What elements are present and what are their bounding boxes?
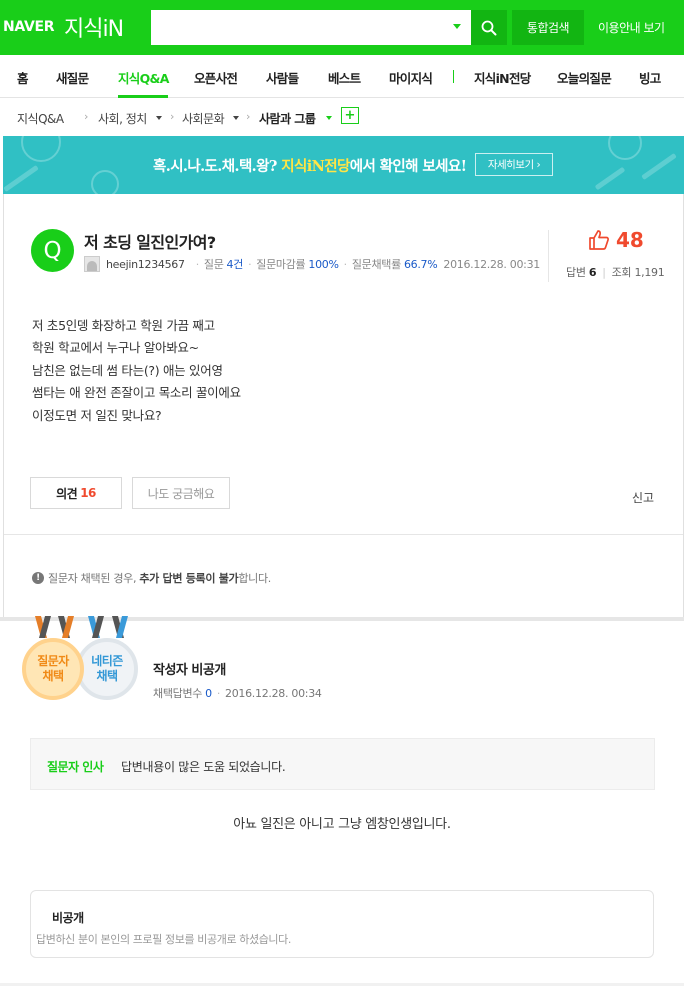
nav-item-bingo[interactable]: 빙고: [639, 68, 661, 87]
breadcrumb-separator-icon: ›: [246, 110, 251, 123]
question-card: Q 저 초딩 일진인가여? heejin1234567 · 질문 4건 · 질문…: [3, 194, 684, 617]
opinion-count: 16: [80, 486, 96, 500]
search-button[interactable]: [471, 10, 507, 45]
banner-detail-button[interactable]: 자세히보기 ›: [475, 153, 553, 176]
divider: [548, 230, 549, 282]
chevron-down-icon[interactable]: [156, 116, 162, 120]
breadcrumb-separator-icon: ›: [84, 110, 89, 123]
answer-body: 아뇨 일진은 아니고 그냥 엠창인생입니다.: [233, 817, 451, 832]
netizen-adopt-medal-icon: 네티즌 채택: [76, 638, 138, 700]
question-body-line: 이정도면 저 일진 맞나요?: [32, 407, 162, 423]
add-category-button[interactable]: +: [341, 107, 359, 124]
question-body-line: 학원 학교에서 누구나 알아봐요~: [32, 340, 199, 356]
guide-link[interactable]: 이용안내 보기: [598, 19, 665, 36]
banner-decoration: [641, 152, 677, 181]
avatar-icon[interactable]: [84, 256, 100, 272]
question-badge-icon: Q: [31, 229, 74, 272]
question-body: 저 초5인뎅 화장하고 학원 가끔 째고 학원 학교에서 누구나 알아봐요~ 남…: [32, 315, 241, 427]
breadcrumb-separator-icon: ›: [170, 110, 175, 123]
question-count[interactable]: 4건: [227, 256, 244, 272]
hall-of-fame-banner[interactable]: 혹.시.나.도.채.택.왕? 지식iN전당에서 확인해 보세요! 자세히보기 ›: [3, 136, 684, 194]
answer-meta: 채택답변수 0 · 2016.12.28. 00:34: [153, 687, 322, 700]
search-input[interactable]: [151, 10, 471, 45]
question-meta: heejin1234567 · 질문 4건 · 질문마감률 100% · 질문채…: [84, 255, 540, 273]
question-body-line: 남친은 없는데 썸 타는(?) 애는 있어영: [32, 362, 223, 378]
total-search-button[interactable]: 통합검색: [512, 10, 584, 45]
search-dropdown-caret-icon[interactable]: [453, 24, 461, 29]
report-button[interactable]: 신고: [632, 489, 654, 506]
nav-item-hall-of-fame[interactable]: 지식iN전당: [474, 68, 531, 87]
banner-decoration: [91, 170, 119, 194]
chevron-down-icon[interactable]: [326, 116, 332, 120]
breadcrumb-item-qna[interactable]: 지식Q&A: [17, 110, 64, 127]
nav-item-my-knowledge[interactable]: 마이지식: [389, 68, 433, 87]
banner-decoration: [21, 136, 61, 162]
naver-logo[interactable]: NAVER: [3, 19, 55, 35]
adopt-count: 0: [205, 687, 212, 700]
opinion-button[interactable]: 의견 16: [30, 477, 122, 509]
ribbon-icon: [35, 616, 51, 638]
adopt-rate-label: 질문채택률: [351, 258, 401, 271]
service-logo[interactable]: 지식iN: [64, 11, 124, 43]
divider: [4, 534, 683, 535]
nav-item-home[interactable]: 홈: [17, 68, 29, 87]
question-body-line: 저 초5인뎅 화장하고 학원 가끔 째고: [32, 318, 215, 333]
chevron-down-icon[interactable]: [233, 116, 239, 120]
adopt-notice: ! 질문자 채택된 경우, 추가 답변 등록이 불가 합니다.: [32, 570, 271, 586]
nav-item-new-question[interactable]: 새질문: [56, 68, 89, 87]
ribbon-icon: [58, 616, 74, 638]
question-title: 저 초딩 일진인가여?: [84, 233, 216, 252]
banner-decoration: [608, 136, 642, 160]
question-stats: 답변 6 | 조회 1,191: [566, 266, 665, 279]
question-date: 2016.12.28. 00:31: [443, 257, 540, 271]
like-count: 48: [616, 228, 644, 252]
nav-item-best[interactable]: 베스트: [328, 68, 361, 87]
question-author[interactable]: heejin1234567: [106, 258, 185, 271]
banner-decoration: [594, 166, 626, 191]
question-count-label: 질문: [203, 258, 224, 271]
banner-decoration: [3, 164, 39, 193]
nav-item-today-question[interactable]: 오늘의질문: [557, 68, 612, 87]
main-nav: 홈 새질문 지식Q&A 오픈사전 사람들 베스트 마이지식 지식iN전당 오늘의…: [0, 55, 684, 98]
private-title: 비공개: [52, 911, 84, 925]
breadcrumb-item-culture[interactable]: 사회문화: [182, 110, 225, 127]
nav-divider: [453, 70, 454, 83]
question-body-line: 썸타는 애 완전 존잘이고 목소리 꿀이에요: [32, 385, 241, 401]
nav-item-qna[interactable]: 지식Q&A: [118, 68, 169, 87]
deadline-rate-label: 질문마감률: [256, 258, 306, 271]
private-description: 답변하신 분이 본인의 프로필 정보를 비공개로 하셨습니다.: [36, 933, 291, 946]
questioner-adopt-medal-icon: 질문자 채택: [22, 638, 84, 700]
nav-item-people[interactable]: 사람들: [266, 68, 299, 87]
answer-author: 작성자 비공개: [153, 663, 226, 678]
questioner-greeting: 질문자 인사 답변내용이 많은 도움 되었습니다.: [30, 738, 655, 790]
warning-icon: !: [32, 572, 44, 584]
ribbon-icon: [112, 616, 128, 638]
banner-text: 혹.시.나.도.채.택.왕? 지식iN전당에서 확인해 보세요!: [153, 158, 467, 175]
search-icon: [481, 20, 497, 35]
like-icon[interactable]: [588, 229, 610, 251]
me-too-curious-button[interactable]: 나도 궁금해요: [132, 477, 230, 509]
greeting-label: 질문자 인사: [47, 760, 104, 774]
ribbon-icon: [88, 616, 104, 638]
breadcrumb: 지식Q&A › 사회, 정치 › 사회문화 › 사람과 그룹 +: [0, 98, 684, 136]
deadline-rate: 100%: [308, 257, 339, 271]
breadcrumb-item-people-group[interactable]: 사람과 그룹: [259, 110, 316, 127]
nav-item-open-dictionary[interactable]: 오픈사전: [194, 68, 238, 87]
view-count: 1,191: [634, 266, 665, 279]
adopt-medals: 네티즌 채택 질문자 채택: [18, 616, 148, 708]
breadcrumb-item-society[interactable]: 사회, 정치: [98, 110, 147, 127]
greeting-text: 답변내용이 많은 도움 되었습니다.: [121, 760, 286, 774]
top-header: NAVER 지식iN 통합검색 이용안내 보기: [0, 0, 684, 55]
answer-date: 2016.12.28. 00:34: [225, 687, 322, 700]
private-profile-box: 비공개 답변하신 분이 본인의 프로필 정보를 비공개로 하셨습니다.: [30, 890, 654, 958]
adopt-rate: 66.7%: [403, 257, 438, 271]
answer-count: 6: [588, 266, 597, 279]
